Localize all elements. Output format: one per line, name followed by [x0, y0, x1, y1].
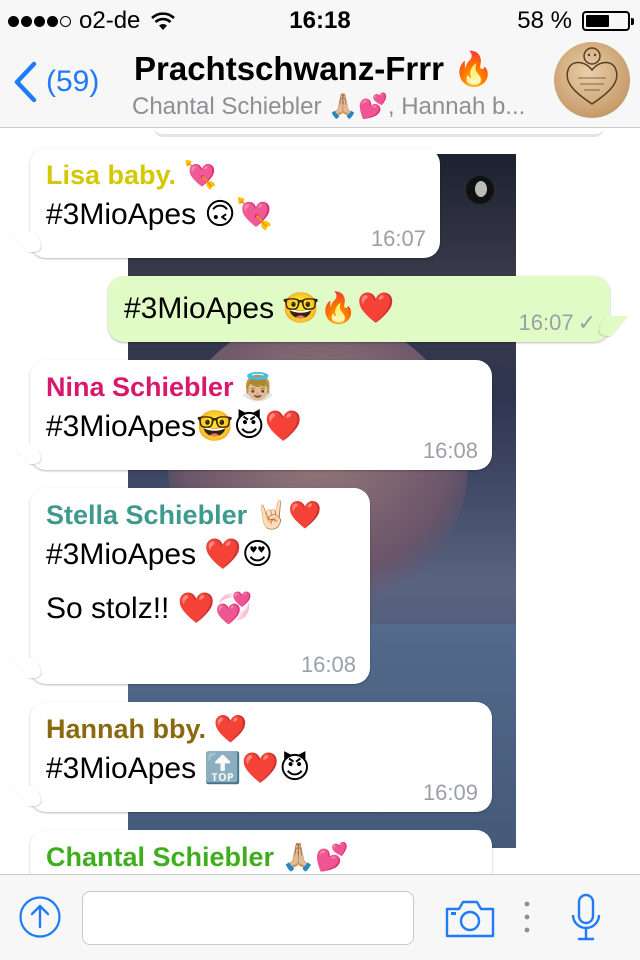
sent-check-icon: ✓ — [577, 310, 596, 335]
message-text: #3MioApes🤓😈❤️ — [46, 410, 303, 443]
sender-name: Hannah bby. ❤️ — [46, 714, 248, 744]
message-text: #3MioApes 🔝❤️😈 — [46, 752, 311, 785]
composer-bar — [0, 874, 640, 960]
photo-overlay-icon — [466, 176, 494, 204]
chat-title[interactable]: Prachtschwanz-Frrr 🔥 — [134, 50, 494, 89]
group-avatar[interactable] — [554, 42, 630, 118]
message-bubble[interactable]: Lisa baby. 💘 #3MioApes 🙃💘 16:07 — [30, 148, 440, 258]
share-icon[interactable] — [18, 895, 62, 939]
message-text: So stolz!! ❤️💞 — [46, 592, 253, 625]
status-bar: o2-de 16:18 58 % — [0, 0, 640, 40]
previous-message-edge — [154, 128, 604, 137]
message-time: 16:09 — [422, 780, 478, 805]
unread-count: (59) — [46, 65, 100, 98]
sender-name: Nina Schiebler 👼🏼 — [46, 372, 275, 402]
microphone-icon[interactable] — [570, 893, 602, 943]
chat-participants[interactable]: Chantal Schiebler 🙏🏼💕, Hannah b... — [132, 92, 525, 121]
avatar-drawing — [566, 47, 618, 105]
message-text: #3MioApes 🙃💘 — [46, 198, 274, 231]
chat-header: (59) Prachtschwanz-Frrr 🔥 Chantal Schieb… — [0, 40, 640, 128]
chevron-left-icon — [14, 61, 37, 103]
message-bubble[interactable]: Hannah bby. ❤️ #3MioApes 🔝❤️😈 16:09 — [30, 702, 492, 812]
message-input[interactable] — [82, 891, 414, 945]
camera-icon[interactable] — [444, 899, 496, 939]
message-bubble[interactable]: Stella Schiebler 🤘🏻❤️ #3MioApes ❤️😍 So s… — [30, 488, 370, 684]
message-time: 16:07 — [370, 226, 426, 251]
message-bubble[interactable]: Nina Schiebler 👼🏼 #3MioApes🤓😈❤️ 16:08 — [30, 360, 492, 470]
sender-name: Lisa baby. 💘 — [46, 160, 218, 190]
battery-nub — [631, 18, 634, 25]
sender-name: Stella Schiebler 🤘🏻❤️ — [46, 500, 322, 530]
more-icon[interactable] — [522, 899, 532, 935]
battery-status: 58 % — [517, 7, 634, 35]
sender-name: Chantal Schiebler 🙏🏼💕 — [46, 842, 349, 872]
message-list[interactable]: Lisa baby. 💘 #3MioApes 🙃💘 16:07 #3MioApe… — [0, 128, 640, 874]
message-bubble-outgoing[interactable]: #3MioApes 🤓🔥❤️ 16:07 ✓ — [108, 276, 610, 342]
battery-icon — [582, 11, 634, 31]
message-time: 16:07 — [518, 310, 574, 335]
back-button[interactable]: (59) — [12, 60, 99, 104]
battery-fill — [586, 15, 610, 27]
message-time: 16:08 — [422, 438, 478, 463]
message-text: #3MioApes ❤️😍 — [46, 538, 274, 571]
battery-percent: 58 % — [517, 7, 572, 34]
message-time: 16:08 — [300, 652, 356, 677]
message-bubble[interactable]: Chantal Schiebler 🙏🏼💕 — [30, 830, 492, 874]
message-time-status: 16:07 ✓ — [519, 310, 597, 336]
